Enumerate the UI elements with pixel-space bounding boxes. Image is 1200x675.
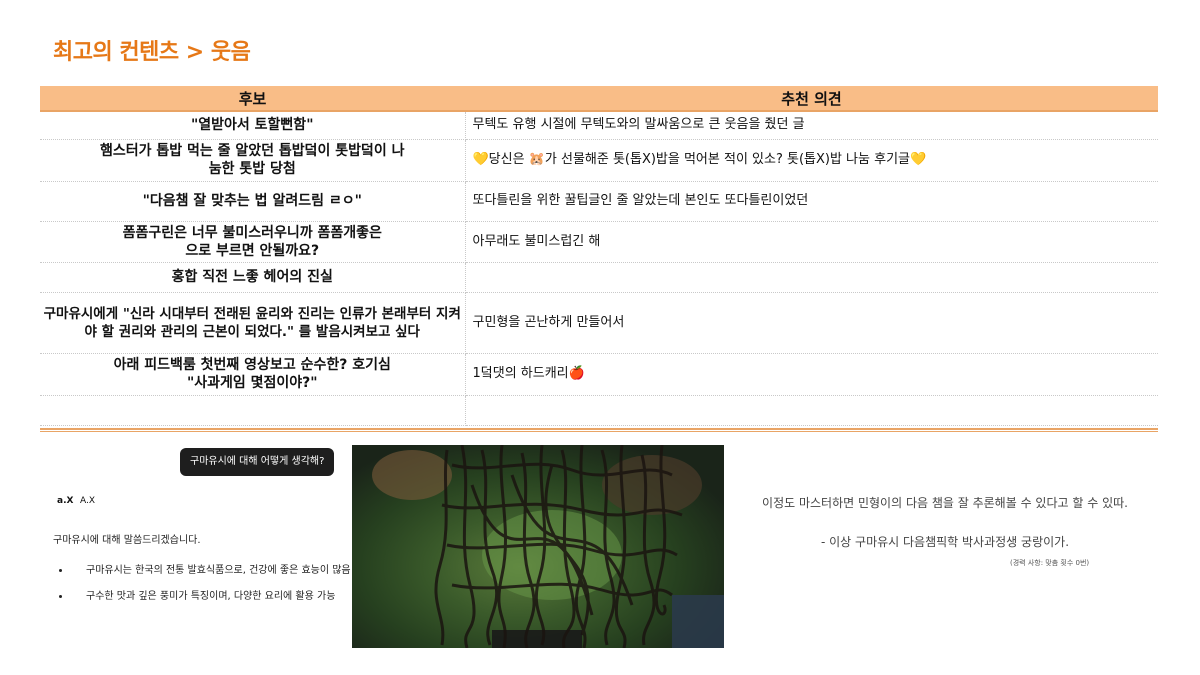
opinion-cell: 💛당신은 🐹가 선물해준 톳(톱X)밥을 먹어본 적이 있소? 톳(톱X)밥 나… [465,139,1158,182]
candidate-cell: 폼폼구린은 너무 불미스러우니까 폼폼개좋은으로 부르면 안될까요? [40,221,466,263]
opinion-cell [465,395,1158,426]
table-row: 햄스터가 톱밥 먹는 줄 알았던 톱밥덬이 톳밥덬이 나눔한 톳밥 당첨 💛당신… [40,139,1158,182]
bot-intro-text: 구마유시에 대해 말씀드리겠습니다. [53,535,201,546]
table-row: "열받아서 토할뻔함" 무텍도 유행 시절에 무텍도와의 말싸움으로 큰 웃음을… [40,111,1158,140]
candidate-cell: 햄스터가 톱밥 먹는 줄 알았던 톱밥덬이 톳밥덬이 나눔한 톳밥 당첨 [40,139,466,182]
candidate-cell: "열받아서 토할뻔함" [40,111,466,140]
table-row: 아래 피드백룸 첫번째 영상보고 순수한? 호기심 "사과게임 몇점이야?" 1… [40,353,1158,396]
opinion-cell: 1덬댓의 하드캐리🍎 [465,353,1158,396]
list-item: 구마유시는 한국의 전통 발효식품으로, 건강에 좋은 효능이 많음 [71,560,356,581]
bot-logo: a.X [57,496,74,506]
opinion-cell [465,262,1158,293]
column-header-candidate: 후보 [40,86,465,112]
caption-signature: - 이상 구마유시 다음챔픽학 박사과정생 궁랑이가. [820,535,1070,549]
candidate-cell: 아래 피드백룸 첫번째 영상보고 순수한? 호기심 "사과게임 몇점이야?" [40,353,466,396]
table-row: 폼폼구린은 너무 불미스러우니까 폼폼개좋은으로 부르면 안될까요? 아무래도 … [40,221,1158,263]
user-chat-bubble: 구마유시에 대해 어떻게 생각해? [180,448,335,476]
caption-quote: 이정도 마스터하면 민형이의 다음 챔을 잘 추론해볼 수 있다고 할 수 있따… [762,496,1128,510]
table-header-row: 후보 추천 의견 [40,86,1158,112]
table-row: 홍합 직전 느좋 헤어의 진실 [40,262,1158,293]
scribble-overlay [372,445,724,648]
table-bottom-rule [40,428,1158,432]
opinion-cell: 구민형을 곤난하게 만들어서 [465,292,1158,354]
table-row [40,395,1158,426]
table-row: 구마유시에게 "신라 시대부터 전래된 윤리와 진리는 인류가 본래부터 지켜야… [40,292,1158,354]
caption-note: (경력 사항: 맞춤 횟수 0번) [1010,559,1090,567]
opinion-cell: 또다틀린을 위한 꿀팁글인 줄 알았는데 본인도 또다틀린이었던 [465,181,1158,222]
candidate-cell: 구마유시에게 "신라 시대부터 전래된 윤리와 진리는 인류가 본래부터 지켜야… [40,292,466,354]
list-item: 구수한 맛과 깊은 풍미가 특징이며, 다양한 요리에 활용 가능 [71,586,356,607]
recommendation-table: 후보 추천 의견 "열받아서 토할뻔함" 무텍도 유행 시절에 무텍도와의 말싸… [40,86,1158,426]
game-screenshot [352,445,724,648]
page-title: 최고의 컨텐츠 > 웃음 [53,40,251,65]
bot-name: A.X [80,496,96,506]
candidate-cell [40,395,466,426]
bot-answer-list: 구마유시는 한국의 전통 발효식품으로, 건강에 좋은 효능이 많음 구수한 맛… [53,560,356,612]
table-row: "다음챔 잘 맞추는 법 알려드림 ㄹㅇ" 또다틀린을 위한 꿀팁글인 줄 알았… [40,181,1158,222]
candidate-cell: 홍합 직전 느좋 헤어의 진실 [40,262,466,293]
candidate-cell: "다음챔 잘 맞추는 법 알려드림 ㄹㅇ" [40,181,466,222]
opinion-cell: 아무래도 불미스럽긴 해 [465,221,1158,263]
opinion-cell: 무텍도 유행 시절에 무텍도와의 말싸움으로 큰 웃음을 줬던 글 [465,111,1158,140]
column-header-opinion: 추천 의견 [465,86,1158,112]
